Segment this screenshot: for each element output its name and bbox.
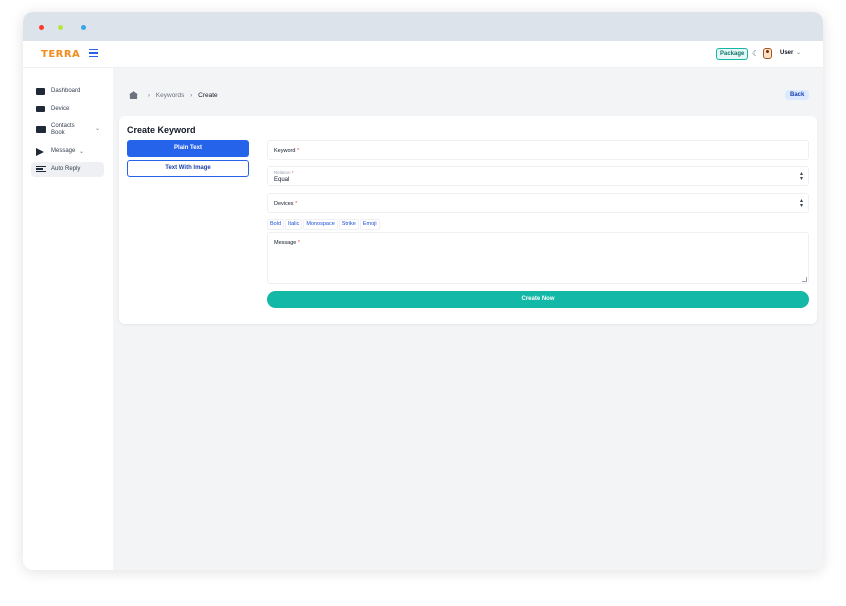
dashboard-icon <box>36 88 45 95</box>
moon-icon[interactable]: ☾ <box>752 49 759 59</box>
monospace-button[interactable]: Monospace <box>303 219 338 230</box>
strike-button[interactable]: Strike <box>338 219 359 230</box>
relation-select[interactable]: Relation * Equal ▴ ▾ <box>267 166 809 186</box>
bold-button[interactable]: Bold <box>267 219 285 230</box>
browser-window: TERRA Package ☾ User ⌄ Dashboard Device … <box>23 12 823 570</box>
breadcrumb: › Keywords › Create <box>129 91 218 101</box>
sidebar-item-label: Message <box>51 148 76 154</box>
breadcrumb-keywords[interactable]: Keywords <box>156 92 185 99</box>
sidebar-item-dashboard[interactable]: Dashboard <box>31 84 104 99</box>
app-logo[interactable]: TERRA <box>41 49 80 60</box>
sidebar-item-message[interactable]: Message ⌄ <box>31 144 104 159</box>
auto-reply-icon <box>36 166 46 172</box>
emoji-button[interactable]: Emoji <box>359 219 380 230</box>
sidebar-item-label: Dashboard <box>51 88 81 94</box>
window-titlebar <box>23 12 823 41</box>
message-format-toolbar: Bold Italic Monospace Strike Emoji <box>267 219 381 230</box>
devices-label: Devices * <box>274 201 298 207</box>
breadcrumb-current: Create <box>198 92 218 99</box>
message-textarea[interactable]: Message * <box>267 232 809 284</box>
devices-select[interactable]: Devices * ▴ ▾ <box>267 193 809 213</box>
sidebar-item-device[interactable]: Device <box>31 102 104 117</box>
chevron-down-icon: ⌄ <box>94 126 100 132</box>
keyword-label: Keyword * <box>274 148 300 154</box>
tab-plain-text[interactable]: Plain Text <box>127 140 249 157</box>
close-window-dot[interactable] <box>39 25 44 30</box>
tab-text-with-image[interactable]: Text With Image <box>127 160 249 177</box>
package-button[interactable]: Package <box>716 48 749 60</box>
maximize-window-dot[interactable] <box>81 25 86 30</box>
resize-handle-icon[interactable] <box>802 277 807 282</box>
select-arrows-icon: ▴ ▾ <box>799 171 803 182</box>
back-button[interactable]: Back <box>785 90 810 100</box>
italic-button[interactable]: Italic <box>285 219 303 230</box>
select-arrows-icon: ▴ ▾ <box>799 198 803 209</box>
top-navbar: TERRA Package ☾ User ⌄ <box>23 41 823 68</box>
sidebar-item-label: Device <box>51 106 70 112</box>
message-icon <box>36 148 44 156</box>
keyword-field[interactable]: Keyword * <box>267 140 809 160</box>
page-title: Create Keyword <box>127 125 196 135</box>
create-keyword-card: Create Keyword Plain Text Text With Imag… <box>119 116 817 324</box>
sidebar-item-auto-reply[interactable]: Auto Reply <box>31 162 104 177</box>
chevron-down-icon: ⌄ <box>78 149 84 155</box>
home-icon[interactable] <box>129 91 138 100</box>
message-label: Message * <box>274 240 300 246</box>
avatar[interactable] <box>763 48 772 59</box>
chevron-down-icon[interactable]: ⌄ <box>796 49 801 56</box>
sidebar-item-label: Auto Reply <box>51 166 81 172</box>
user-menu-label[interactable]: User <box>780 50 793 56</box>
device-icon <box>36 106 45 112</box>
relation-label: Relation * <box>274 170 294 175</box>
create-now-button[interactable]: Create Now <box>267 291 809 308</box>
relation-value: Equal <box>274 177 290 183</box>
menu-toggle-icon[interactable] <box>89 49 98 57</box>
sidebar-item-contacts-book[interactable]: Contacts Book ⌄ <box>31 121 104 138</box>
breadcrumb-separator-icon: › <box>190 92 193 99</box>
minimize-window-dot[interactable] <box>58 25 63 30</box>
breadcrumb-separator-icon: › <box>147 92 150 99</box>
contacts-book-icon <box>36 126 46 133</box>
main-content: › Keywords › Create Back Create Keyword … <box>113 68 823 570</box>
sidebar-item-label: Contacts Book <box>51 123 75 136</box>
sidebar: Dashboard Device Contacts Book ⌄ Message… <box>23 68 113 570</box>
